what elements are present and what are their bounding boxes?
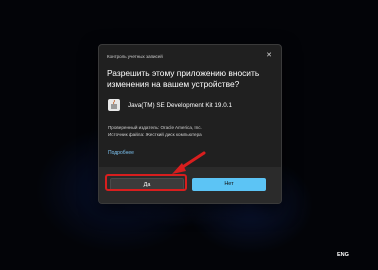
language-indicator[interactable]: ENG	[337, 252, 349, 258]
pointer-arrow-icon	[172, 151, 206, 174]
